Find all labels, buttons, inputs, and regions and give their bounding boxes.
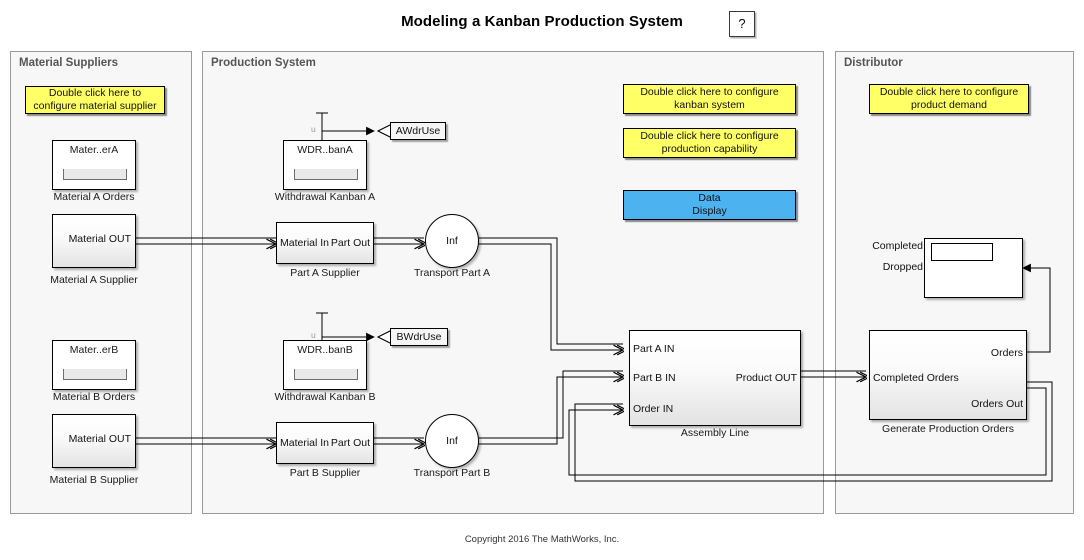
block-assembly-line-port-b-in: Part B IN bbox=[633, 372, 676, 384]
note-product-demand-text: Double click here to configure product d… bbox=[879, 86, 1019, 111]
block-material-b-orders-title: Mater..erB bbox=[69, 344, 119, 356]
note-kanban-system-text: Double click here to configure kanban sy… bbox=[640, 86, 779, 111]
block-part-a-supplier-port-out: Part Out bbox=[330, 237, 370, 249]
block-withdrawal-kanban-b-title: WDR..banB bbox=[297, 344, 353, 356]
block-part-a-supplier-caption: Part A Supplier bbox=[290, 267, 360, 279]
block-data-display-text: Data Display bbox=[692, 192, 727, 217]
block-part-b-supplier-port-in: Material In bbox=[280, 437, 330, 449]
help-button[interactable]: ? bbox=[729, 11, 755, 37]
note-kanban-system[interactable]: Double click here to configure kanban sy… bbox=[623, 84, 796, 114]
signal-label-u-a: u bbox=[311, 124, 316, 134]
block-part-b-supplier-caption: Part B Supplier bbox=[289, 467, 361, 479]
block-assembly-line-port-a-in: Part A IN bbox=[633, 343, 675, 355]
queue-tray-icon bbox=[294, 169, 358, 180]
block-part-a-supplier-port-in: Material In bbox=[280, 237, 330, 249]
block-assembly-line-port-product-out: Product OUT bbox=[735, 372, 797, 384]
block-material-b-orders[interactable]: Mater..erB bbox=[52, 340, 136, 390]
block-material-a-orders-caption: Material A Orders bbox=[53, 191, 135, 203]
block-transport-part-a-value: Inf bbox=[446, 235, 458, 247]
block-transport-part-a[interactable]: Inf bbox=[425, 214, 479, 268]
block-withdrawal-kanban-a-caption: Withdrawal Kanban A bbox=[274, 191, 376, 203]
block-distributor-display[interactable] bbox=[924, 238, 1023, 298]
block-transport-part-b[interactable]: Inf bbox=[425, 414, 479, 468]
block-material-b-supplier-caption: Material B Supplier bbox=[49, 474, 139, 486]
page-title: Modeling a Kanban Production System bbox=[401, 13, 683, 30]
note-material-supplier[interactable]: Double click here to configure material … bbox=[25, 86, 165, 114]
signal-label-u-b: u bbox=[311, 330, 316, 340]
block-withdrawal-kanban-a-title: WDR..banA bbox=[297, 144, 353, 156]
goto-tag-awdruse[interactable]: AWdrUse bbox=[390, 122, 446, 140]
model-canvas: Modeling a Kanban Production System ? Ma… bbox=[0, 0, 1084, 560]
display-value-field bbox=[931, 243, 993, 261]
block-material-b-orders-caption: Material B Orders bbox=[52, 391, 136, 403]
block-material-b-supplier[interactable]: Material OUT bbox=[52, 414, 136, 468]
queue-tray-icon bbox=[294, 369, 358, 380]
block-material-a-orders-title: Mater..erA bbox=[69, 144, 119, 156]
block-gpo-port-orders-out: Orders Out bbox=[971, 398, 1023, 410]
block-material-a-supplier-port-out: Material OUT bbox=[68, 233, 131, 245]
block-material-a-supplier[interactable]: Material OUT bbox=[52, 214, 136, 268]
copyright-text: Copyright 2016 The MathWorks, Inc. bbox=[464, 534, 620, 545]
block-assembly-line-caption: Assembly Line bbox=[680, 427, 750, 439]
block-transport-part-b-caption: Transport Part B bbox=[413, 467, 491, 479]
display-label-completed: Completed bbox=[872, 240, 923, 252]
note-production-capability[interactable]: Double click here to configure productio… bbox=[623, 128, 796, 158]
block-transport-part-a-caption: Transport Part A bbox=[413, 267, 491, 279]
block-material-a-supplier-caption: Material A Supplier bbox=[50, 274, 138, 286]
block-material-b-supplier-port-out: Material OUT bbox=[68, 433, 131, 445]
note-material-supplier-text: Double click here to configure material … bbox=[33, 87, 157, 112]
goto-tag-bwdruse[interactable]: BWdrUse bbox=[390, 328, 448, 346]
block-generate-production-orders[interactable]: Orders Completed Orders Orders Out bbox=[869, 330, 1027, 420]
block-transport-part-b-value: Inf bbox=[446, 435, 458, 447]
block-assembly-line[interactable]: Part A IN Part B IN Order IN Product OUT bbox=[629, 330, 801, 426]
queue-tray-icon bbox=[63, 169, 127, 180]
block-part-a-supplier[interactable]: Material In Part Out bbox=[276, 222, 374, 264]
block-withdrawal-kanban-b[interactable]: WDR..banB bbox=[283, 340, 367, 390]
block-material-a-orders[interactable]: Mater..erA bbox=[52, 140, 136, 190]
block-gpo-port-completed-orders: Completed Orders bbox=[873, 372, 959, 384]
panel-material-suppliers-title: Material Suppliers bbox=[19, 57, 119, 69]
note-production-capability-text: Double click here to configure productio… bbox=[640, 130, 779, 155]
block-assembly-line-port-order-in: Order IN bbox=[633, 403, 674, 415]
queue-tray-icon bbox=[63, 369, 127, 380]
note-product-demand[interactable]: Double click here to configure product d… bbox=[869, 84, 1029, 114]
block-data-display[interactable]: Data Display bbox=[623, 190, 796, 220]
panel-distributor-title: Distributor bbox=[844, 57, 903, 69]
block-generate-production-orders-caption: Generate Production Orders bbox=[882, 423, 1014, 435]
block-part-b-supplier-port-out: Part Out bbox=[330, 437, 370, 449]
display-label-dropped: Dropped bbox=[882, 261, 923, 273]
panel-production-system-title: Production System bbox=[211, 57, 316, 69]
block-withdrawal-kanban-b-caption: Withdrawal Kanban B bbox=[274, 391, 376, 403]
block-gpo-port-orders: Orders bbox=[990, 347, 1023, 359]
block-part-b-supplier[interactable]: Material In Part Out bbox=[276, 422, 374, 464]
block-withdrawal-kanban-a[interactable]: WDR..banA bbox=[283, 140, 367, 190]
